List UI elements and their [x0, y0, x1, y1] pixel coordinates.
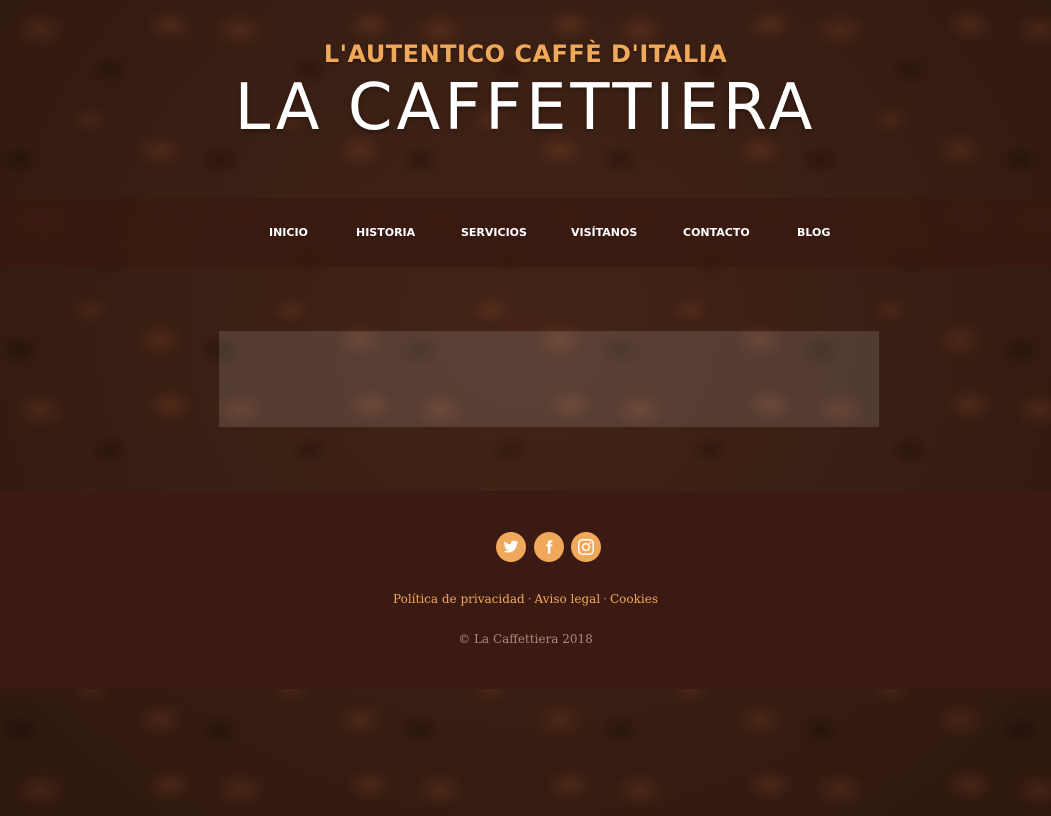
social-links [0, 532, 1051, 562]
nav-item-inicio[interactable]: INICIO [269, 198, 308, 267]
site-title[interactable]: LA CAFFETTIERA [0, 68, 1051, 148]
privacy-policy-link[interactable]: Política de privacidad [393, 592, 525, 606]
nav-item-historia[interactable]: HISTORIA [356, 198, 415, 267]
link-separator: · [527, 592, 532, 606]
site-footer: Política de privacidad · Aviso legal · Cooki… [0, 491, 1051, 689]
main-navigation: INICIO HISTORIA SERVICIOS VISÍTANOS CONT… [0, 198, 1051, 267]
nav-item-contacto[interactable]: CONTACTO [683, 198, 750, 267]
site-header: L'AUTENTICO CAFFÈ D'ITALIA LA CAFFETTIER… [0, 0, 1051, 198]
nav-item-blog[interactable]: BLOG [797, 198, 830, 267]
facebook-icon [541, 540, 557, 559]
twitter-icon [503, 540, 519, 559]
twitter-button[interactable] [496, 532, 526, 562]
nav-item-servicios[interactable]: SERVICIOS [461, 198, 527, 267]
legal-links: Política de privacidad · Aviso legal · Cooki… [0, 592, 1051, 606]
legal-notice-link[interactable]: Aviso legal [535, 592, 601, 606]
facebook-button[interactable] [534, 532, 564, 562]
instagram-icon [578, 539, 594, 559]
content-panel [219, 331, 879, 427]
link-separator: · [603, 592, 607, 606]
site-tagline: L'AUTENTICO CAFFÈ D'ITALIA [323, 40, 728, 68]
nav-item-visitanos[interactable]: VISÍTANOS [571, 198, 637, 267]
cookies-link[interactable]: Cookies [610, 592, 658, 606]
copyright-text: © La Caffettiera 2018 [458, 632, 593, 646]
instagram-button[interactable] [571, 532, 601, 562]
